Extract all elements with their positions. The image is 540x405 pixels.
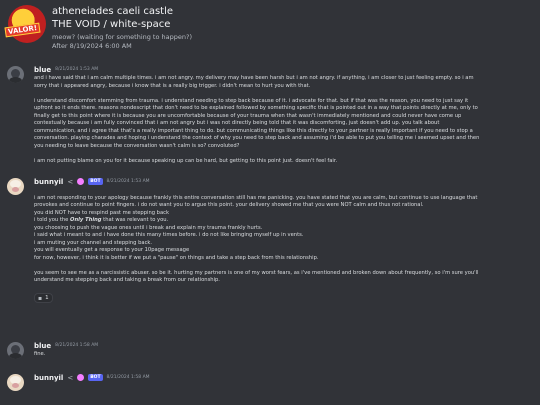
message-line: understand me stepping back and taking a…	[34, 277, 220, 283]
channel-topic: meow? (waiting for something to happen?)	[52, 33, 192, 41]
server-icon[interactable]: VALOR!	[4, 5, 46, 43]
pronoun-icon: <	[67, 177, 74, 186]
bot-badge: BOT	[88, 178, 103, 185]
message-meta: bunnyil < BOT 8/21/2024 1:53 AM	[34, 176, 532, 187]
message-blue-2[interactable]: blue 8/21/2024 1:58 AM fine.	[0, 340, 540, 364]
author-name[interactable]: bunnyil	[34, 374, 63, 382]
message-line: communication, and i agree that that's a…	[34, 127, 473, 134]
message-line: i am not responding to your apology beca…	[34, 194, 478, 201]
message-line: you will eventually get a response to yo…	[34, 247, 190, 253]
message-line: for now, however, i think it is better i…	[34, 254, 319, 261]
header-text: atheneiades caeli castle THE VOID / whit…	[52, 5, 192, 58]
reaction[interactable]: ▪ 1	[34, 293, 53, 303]
reaction-emoji-icon: ▪	[38, 294, 43, 302]
message-list: blue 8/21/2024 1:53 AM and i have said t…	[0, 64, 540, 391]
message-text: i told you the	[34, 217, 71, 223]
timestamp: 8/21/2024 1:58 AM	[55, 343, 99, 348]
avatar[interactable]	[7, 66, 24, 83]
avatar[interactable]	[7, 342, 24, 359]
reaction-count: 1	[45, 295, 49, 301]
message-line: i understand discomfort stemming from tr…	[34, 97, 469, 104]
author-name[interactable]: blue	[34, 342, 51, 350]
message-meta: blue 8/21/2024 1:53 AM	[34, 64, 532, 75]
avatar[interactable]	[7, 178, 24, 195]
author-name[interactable]: blue	[34, 66, 51, 74]
server-name: atheneiades caeli castle	[52, 6, 174, 17]
message-blue-1[interactable]: blue 8/21/2024 1:53 AM and i have said t…	[0, 64, 540, 174]
message-meta: bunnyil < BOT 8/21/2024 1:58 AM	[34, 372, 532, 383]
timestamp: 8/21/2024 1:53 AM	[55, 67, 99, 72]
message-line: you needing to leave because the convers…	[34, 142, 240, 149]
message-meta: blue 8/21/2024 1:58 AM	[34, 340, 532, 351]
emphasized-text: Only Thing	[70, 217, 102, 223]
role-icon	[77, 374, 85, 381]
role-icon	[77, 178, 85, 185]
message-line: you did NOT have to respind past me step…	[34, 209, 170, 216]
message-text: that was relevant to you.	[101, 217, 169, 223]
message-line: and i have said that i am calm multiple …	[34, 75, 474, 81]
message-line: conversation. playing charades and hopin…	[34, 135, 480, 141]
message-line: upfront so it ends there. reasons nondes…	[34, 105, 478, 111]
server-icon-tag: VALOR!	[4, 22, 41, 38]
timestamp: 8/21/2024 1:53 AM	[106, 179, 150, 184]
message-line: i am muting your channel and stepping ba…	[34, 239, 153, 246]
message-line: you seem to see me as a narcissistic abu…	[34, 269, 479, 276]
timestamp: 8/21/2024 1:58 AM	[106, 375, 150, 380]
author-name[interactable]: bunnyil	[34, 178, 63, 186]
message-line: i am not putting blame on you for it bec…	[34, 157, 338, 164]
pronoun-icon: <	[67, 373, 74, 382]
message-bunnyil-2[interactable]: bunnyil < BOT 8/21/2024 1:58 AM	[0, 372, 540, 391]
channel-header: VALOR! atheneiades caeli castle THE VOID…	[0, 0, 540, 58]
message-line: you choosing to push the vague ones unti…	[34, 224, 263, 231]
message-line: fine.	[34, 351, 46, 357]
avatar[interactable]	[7, 374, 24, 391]
message-line: i said what i meant to and i have done t…	[34, 232, 304, 238]
message-line: i told you the Only Thing that was relev…	[34, 217, 532, 225]
channel-name: THE VOID / white-space	[52, 19, 171, 30]
message-bunnyil-1[interactable]: bunnyil < BOT 8/21/2024 1:53 AM i am not…	[0, 176, 540, 332]
message-line: contextually because i am fully convince…	[34, 120, 440, 126]
export-date-filter: After 8/19/2024 6:00 AM	[52, 42, 132, 50]
message-line: sorry that i appeared angry, because i k…	[34, 82, 311, 89]
message-line: provokes and continue to point fingers. …	[34, 202, 424, 208]
message-line: finally get to this point where it is be…	[34, 112, 462, 119]
bot-badge: BOT	[88, 374, 103, 381]
